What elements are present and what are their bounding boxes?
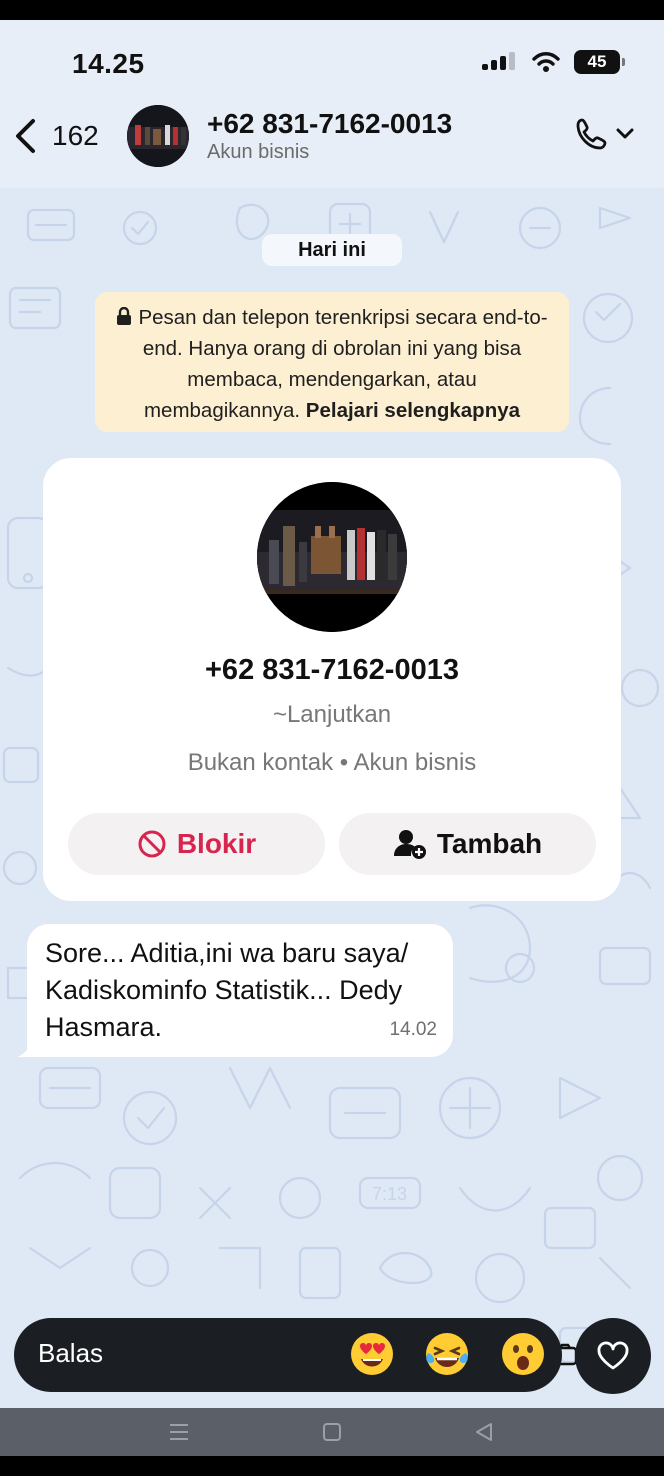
back-button[interactable]: 162 (12, 118, 99, 154)
reply-bar[interactable]: Balas (14, 1318, 562, 1392)
add-contact-button[interactable]: Tambah (339, 813, 596, 875)
heart-icon (597, 1341, 629, 1370)
block-icon (138, 830, 166, 858)
chat-header: 14.25 45 162 +62 831-7162-0013 Akun bisn… (0, 20, 664, 188)
surprised-emoji[interactable] (500, 1331, 546, 1377)
cellular-signal-icon (482, 52, 515, 70)
message-line: Hasmara. (45, 1012, 163, 1042)
call-button[interactable] (574, 116, 634, 152)
contact-card-avatar[interactable] (257, 482, 407, 632)
contact-card: +62 831-7162-0013 ~Lanjutkan Bukan konta… (43, 458, 621, 901)
message-line: Kadiskominfo Statistik... Dedy (45, 975, 403, 1005)
avatar-photo (257, 482, 407, 632)
unread-count: 162 (52, 120, 99, 151)
message-time: 14.02 (389, 1019, 437, 1040)
contact-subtitle: Akun bisnis (207, 141, 310, 163)
chevron-left-icon (16, 119, 35, 153)
phone-icon (576, 118, 607, 150)
add-person-icon (393, 830, 426, 859)
system-nav-bar (0, 1408, 664, 1456)
date-separator: Hari ini (262, 234, 402, 266)
menu-icon[interactable] (168, 1422, 190, 1442)
chat-screen: 7:13 14.25 45 162 +62 831-7162-0013 Akun… (0, 20, 664, 1408)
contact-card-nickname: ~Lanjutkan (272, 701, 392, 728)
contact-name[interactable]: +62 831-7162-0013 (207, 108, 452, 140)
reply-input[interactable]: Balas (38, 1338, 103, 1369)
learn-more-link[interactable]: Pelajari selengkapnya (306, 399, 520, 422)
tears-of-joy-emoji[interactable] (424, 1331, 470, 1377)
lock-icon (117, 307, 132, 325)
chevron-down-icon (616, 128, 634, 139)
like-button[interactable] (575, 1318, 651, 1394)
home-icon[interactable] (322, 1422, 342, 1442)
message-line: Sore... Aditia,ini wa baru saya/ (45, 938, 409, 968)
incoming-message[interactable]: Sore... Aditia,ini wa baru saya/ Kadisko… (27, 924, 453, 1057)
avatar-photo (127, 105, 189, 167)
contact-card-meta: Bukan kontak • Akun bisnis (187, 749, 477, 776)
svg-text:7:13: 7:13 (372, 1184, 407, 1204)
status-icons: 45 (482, 50, 625, 74)
wifi-icon (532, 52, 560, 72)
block-button[interactable]: Blokir (68, 813, 325, 875)
status-time: 14.25 (72, 48, 145, 79)
battery-indicator: 45 (574, 50, 625, 74)
top-bezel (0, 0, 664, 20)
bottom-bezel (0, 1456, 664, 1476)
contact-card-phone: +62 831-7162-0013 (205, 654, 459, 686)
heart-eyes-emoji[interactable] (349, 1331, 395, 1377)
add-label: Tambah (436, 828, 543, 859)
block-label: Blokir (176, 828, 257, 859)
back-triangle-icon[interactable] (474, 1422, 494, 1442)
header-avatar[interactable] (127, 105, 189, 167)
encryption-notice[interactable]: Pesan dan telepon terenkripsi secara end… (95, 292, 569, 432)
